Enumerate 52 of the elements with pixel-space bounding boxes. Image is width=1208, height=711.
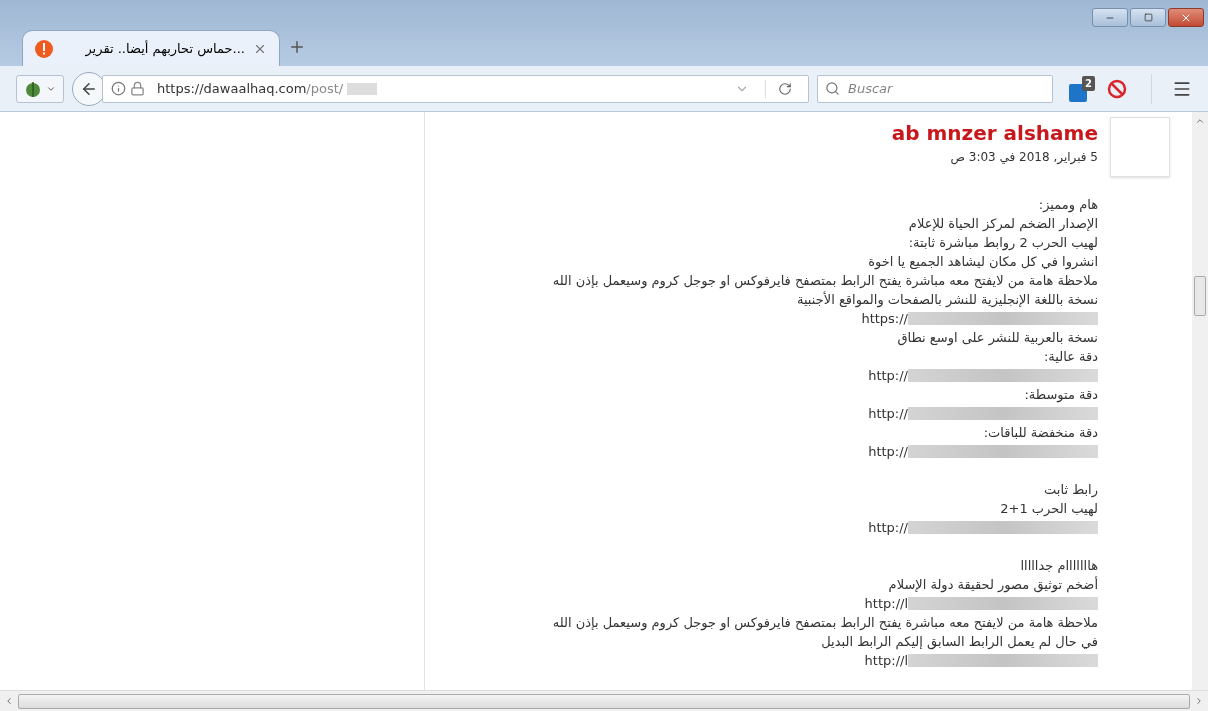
- author-name[interactable]: ab mnzer alshame: [891, 120, 1098, 146]
- notification-badge: 2: [1082, 75, 1095, 91]
- search-icon: [825, 80, 840, 96]
- post-text-line: دقة عالية:: [1043, 348, 1098, 366]
- maximize-icon: [1143, 13, 1153, 22]
- lock-warning-icon[interactable]: [130, 81, 145, 96]
- post-text-line: أضخم توثيق مصور لحقيقة دولة الإسلام: [888, 575, 1098, 594]
- post-text-line: دقة متوسطة:: [1024, 386, 1098, 404]
- link-text[interactable]: http://: [868, 404, 908, 423]
- scroll-left-icon[interactable]: [4, 696, 14, 706]
- new-tab-icon[interactable]: [288, 38, 306, 56]
- link-text[interactable]: https://: [861, 309, 908, 328]
- link-text[interactable]: http://l: [864, 594, 908, 613]
- link-text[interactable]: http://: [868, 442, 908, 461]
- scroll-up-icon[interactable]: [1195, 116, 1205, 126]
- avatar-placeholder: [1110, 117, 1170, 177]
- close-button[interactable]: [1168, 8, 1204, 27]
- link-text[interactable]: http://: [868, 366, 908, 385]
- maximize-button[interactable]: [1130, 8, 1166, 27]
- post-text-line: لهيب الحرب 2 روابط مباشرة ثابتة:: [908, 234, 1098, 252]
- search-field[interactable]: Buscar: [817, 74, 1053, 103]
- post-text-line: نسخة باللغة الإنجليزية للنشر بالصفحات والمواقع الأجنبية: [796, 290, 1098, 309]
- post-text-line: في حال لم يعمل الرابط السابق إليكم الرابط البديل: [821, 633, 1098, 651]
- extension-icon: [24, 79, 42, 98]
- post-date: 5 فبراير, 2018 في 3:03 ص: [950, 149, 1098, 167]
- link-text[interactable]: http://l: [864, 651, 908, 670]
- post-text-line: لهيب الحرب 1+2: [1000, 500, 1098, 518]
- info-icon[interactable]: [111, 81, 126, 96]
- scrollbar-thumb[interactable]: [18, 693, 1190, 709]
- minimize-button[interactable]: [1092, 8, 1128, 27]
- tab-title: ...حماس تحاربهم أيضا.. تقرير: [84, 39, 245, 59]
- url-text: https://dawaalhaq.com/post/: [157, 79, 344, 98]
- post-text-line: هام ومميز:: [1038, 196, 1098, 214]
- post-text-line: هااااااام جدااااا: [1020, 557, 1098, 575]
- scrollbar-thumb[interactable]: [1194, 276, 1206, 316]
- post-text-line: انشروا في كل مكان ليشاهد الجميع يا اخوة: [868, 253, 1098, 271]
- post-text-line: ملاحظة هامة من لايفتح معه مباشرة يفتح الرابط بمتصفح فايرفوكس او جوجل كروم وسيعمل بإذن الله: [552, 614, 1098, 632]
- extension-icon[interactable]: [1069, 83, 1087, 102]
- post-text-line: نسخة بالعربية للنشر على اوسع نطاق: [897, 329, 1098, 347]
- post-text-line: الإصدار الضخم لمركز الحياة للإعلام: [908, 215, 1098, 233]
- no-sign-icon[interactable]: [1107, 78, 1127, 99]
- warning-circle-icon: [35, 39, 53, 58]
- post-text-line: دقة منخفضة للباقات:: [983, 424, 1098, 442]
- post-text-line: ملاحظة هامة من لايفتح معه مباشرة يفتح الرابط بمتصفح فايرفوكس او جوجل كروم وسيعمل بإذن الله: [552, 272, 1098, 290]
- browser-tab[interactable]: ...حماس تحاربهم أيضا.. تقرير: [22, 30, 280, 66]
- post-text-line: رابط ثابت: [1044, 481, 1098, 499]
- address-field[interactable]: https://dawaalhaq.com/post/: [102, 74, 809, 103]
- redacted-url: [347, 82, 378, 95]
- link-text[interactable]: http://: [868, 518, 908, 537]
- reload-icon[interactable]: [778, 81, 792, 96]
- scroll-right-icon[interactable]: [1194, 696, 1204, 706]
- extension-menu-button[interactable]: [16, 74, 64, 103]
